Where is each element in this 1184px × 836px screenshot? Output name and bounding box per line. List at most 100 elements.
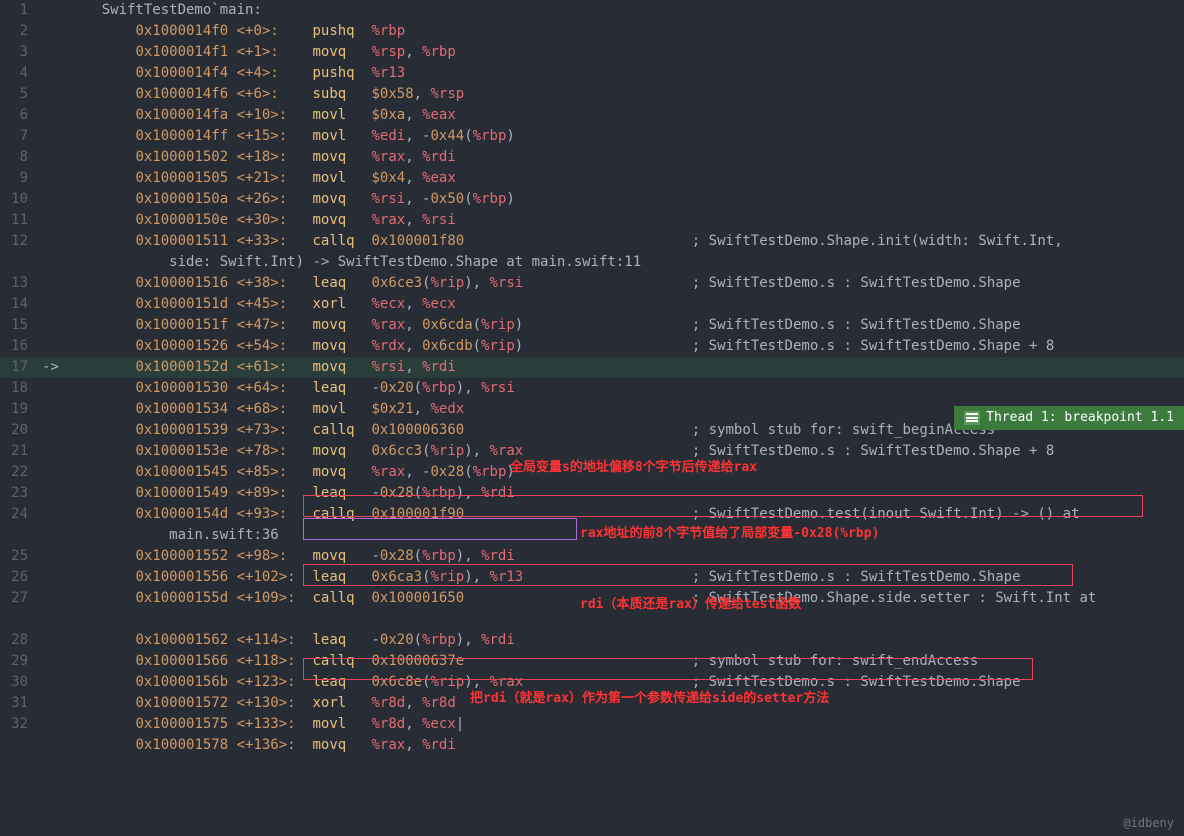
- line-number: [0, 252, 40, 273]
- code-content: 0x1000014f1 <+1>: movq %rsp, %rbp: [68, 42, 1184, 63]
- code-content: 0x1000014fa <+10>: movl $0xa, %eax: [68, 105, 1184, 126]
- current-line-arrow: [40, 252, 68, 273]
- line-number: 14: [0, 294, 40, 315]
- current-line-arrow: [40, 378, 68, 399]
- current-line-arrow: [40, 315, 68, 336]
- code-line: 17-> 0x10000152d <+61>: movq %rsi, %rdi: [0, 357, 1184, 378]
- current-line-arrow: [40, 651, 68, 672]
- current-line-arrow: [40, 546, 68, 567]
- line-number: 11: [0, 210, 40, 231]
- line-number: 22: [0, 462, 40, 483]
- line-number: 19: [0, 399, 40, 420]
- line-number: 9: [0, 168, 40, 189]
- thread-badge-label: Thread 1: breakpoint 1.1: [986, 408, 1174, 428]
- code-content: 0x100001511 <+33>: callq 0x100001f80 ; S…: [68, 231, 1184, 252]
- line-number: [0, 735, 40, 756]
- code-content: 0x1000014f0 <+0>: pushq %rbp: [68, 21, 1184, 42]
- code-content: 0x100001556 <+102>: leaq 0x6ca3(%rip), %…: [68, 567, 1184, 588]
- current-line-arrow: [40, 63, 68, 84]
- code-line: 26 0x100001556 <+102>: leaq 0x6ca3(%rip)…: [0, 567, 1184, 588]
- line-number: 5: [0, 84, 40, 105]
- current-line-arrow: [40, 0, 68, 21]
- code-line: 0x100001578 <+136>: movq %rax, %rdi: [0, 735, 1184, 756]
- code-line: 29 0x100001566 <+118>: callq 0x10000637e…: [0, 651, 1184, 672]
- current-line-arrow: [40, 147, 68, 168]
- line-number: 10: [0, 189, 40, 210]
- current-line-arrow: [40, 672, 68, 693]
- line-number: 8: [0, 147, 40, 168]
- code-content: 0x10000153e <+78>: movq 0x6cc3(%rip), %r…: [68, 441, 1184, 462]
- code-content: 0x100001562 <+114>: leaq -0x20(%rbp), %r…: [68, 630, 1184, 651]
- current-line-arrow: [40, 105, 68, 126]
- code-content: 0x10000156b <+123>: leaq 0x6c8e(%rip), %…: [68, 672, 1184, 693]
- line-number: [0, 525, 40, 546]
- current-line-arrow: [40, 420, 68, 441]
- current-line-arrow: [40, 462, 68, 483]
- line-number: 23: [0, 483, 40, 504]
- code-line: 21 0x10000153e <+78>: movq 0x6cc3(%rip),…: [0, 441, 1184, 462]
- current-line-arrow: [40, 126, 68, 147]
- line-number: 24: [0, 504, 40, 525]
- code-line: 6 0x1000014fa <+10>: movl $0xa, %eax: [0, 105, 1184, 126]
- line-number: 12: [0, 231, 40, 252]
- line-number: 2: [0, 21, 40, 42]
- line-number: 15: [0, 315, 40, 336]
- current-line-arrow: [40, 504, 68, 525]
- current-line-arrow: [40, 441, 68, 462]
- line-number: 13: [0, 273, 40, 294]
- current-line-arrow: [40, 336, 68, 357]
- code-line: 5 0x1000014f6 <+6>: subq $0x58, %rsp: [0, 84, 1184, 105]
- line-number: 28: [0, 630, 40, 651]
- line-number: 29: [0, 651, 40, 672]
- current-line-arrow: [40, 42, 68, 63]
- code-content: 0x10000150a <+26>: movq %rsi, -0x50(%rbp…: [68, 189, 1184, 210]
- current-line-arrow: [40, 399, 68, 420]
- current-line-arrow: [40, 630, 68, 651]
- code-content: 0x1000014f6 <+6>: subq $0x58, %rsp: [68, 84, 1184, 105]
- current-line-arrow: [40, 525, 68, 546]
- line-number: 25: [0, 546, 40, 567]
- current-line-arrow: [40, 714, 68, 735]
- code-line: 24 0x10000154d <+93>: callq 0x100001f90 …: [0, 504, 1184, 525]
- code-line: 18 0x100001530 <+64>: leaq -0x20(%rbp), …: [0, 378, 1184, 399]
- code-content: SwiftTestDemo`main:: [68, 0, 1184, 21]
- code-content: 0x100001578 <+136>: movq %rax, %rdi: [68, 735, 1184, 756]
- current-line-arrow: [40, 273, 68, 294]
- code-content: 0x100001552 <+98>: movq -0x28(%rbp), %rd…: [68, 546, 1184, 567]
- code-content: 0x1000014ff <+15>: movl %edi, -0x44(%rbp…: [68, 126, 1184, 147]
- current-line-arrow: [40, 231, 68, 252]
- current-line-arrow: [40, 693, 68, 714]
- line-number: 32: [0, 714, 40, 735]
- code-line: 11 0x10000150e <+30>: movq %rax, %rsi: [0, 210, 1184, 231]
- code-content: 0x10000151d <+45>: xorl %ecx, %ecx: [68, 294, 1184, 315]
- thread-badge: Thread 1: breakpoint 1.1: [954, 406, 1184, 430]
- code-line: 25 0x100001552 <+98>: movq -0x28(%rbp), …: [0, 546, 1184, 567]
- current-line-arrow: [40, 168, 68, 189]
- code-line: 28 0x100001562 <+114>: leaq -0x20(%rbp),…: [0, 630, 1184, 651]
- code-line: 31 0x100001572 <+130>: xorl %r8d, %r8d: [0, 693, 1184, 714]
- code-line: 7 0x1000014ff <+15>: movl %edi, -0x44(%r…: [0, 126, 1184, 147]
- code-content: 0x10000152d <+61>: movq %rsi, %rdi: [68, 357, 1184, 378]
- current-line-arrow: [40, 21, 68, 42]
- code-line: 1 SwiftTestDemo`main:: [0, 0, 1184, 21]
- code-content: 0x100001502 <+18>: movq %rax, %rdi: [68, 147, 1184, 168]
- line-number: 16: [0, 336, 40, 357]
- line-number: 1: [0, 0, 40, 21]
- watermark: @idbeny: [1123, 814, 1174, 832]
- code-content: 0x10000150e <+30>: movq %rax, %rsi: [68, 210, 1184, 231]
- code-line: 15 0x10000151f <+47>: movq %rax, 0x6cda(…: [0, 315, 1184, 336]
- code-content: 0x100001526 <+54>: movq %rdx, 0x6cdb(%ri…: [68, 336, 1184, 357]
- code-line: 12 0x100001511 <+33>: callq 0x100001f80 …: [0, 231, 1184, 252]
- code-line: 8 0x100001502 <+18>: movq %rax, %rdi: [0, 147, 1184, 168]
- code-content: 0x10000154d <+93>: callq 0x100001f90 ; S…: [68, 504, 1184, 525]
- line-number: 21: [0, 441, 40, 462]
- code-content: 0x10000155d <+109>: callq 0x100001650 ; …: [68, 588, 1184, 609]
- current-line-arrow: [40, 189, 68, 210]
- code-line: 22 0x100001545 <+85>: movq %rax, -0x28(%…: [0, 462, 1184, 483]
- code-content: 0x100001545 <+85>: movq %rax, -0x28(%rbp…: [68, 462, 1184, 483]
- current-line-arrow: [40, 84, 68, 105]
- line-number: 6: [0, 105, 40, 126]
- line-number: 31: [0, 693, 40, 714]
- current-line-arrow: [40, 294, 68, 315]
- code-content: 0x100001505 <+21>: movl $0x4, %eax: [68, 168, 1184, 189]
